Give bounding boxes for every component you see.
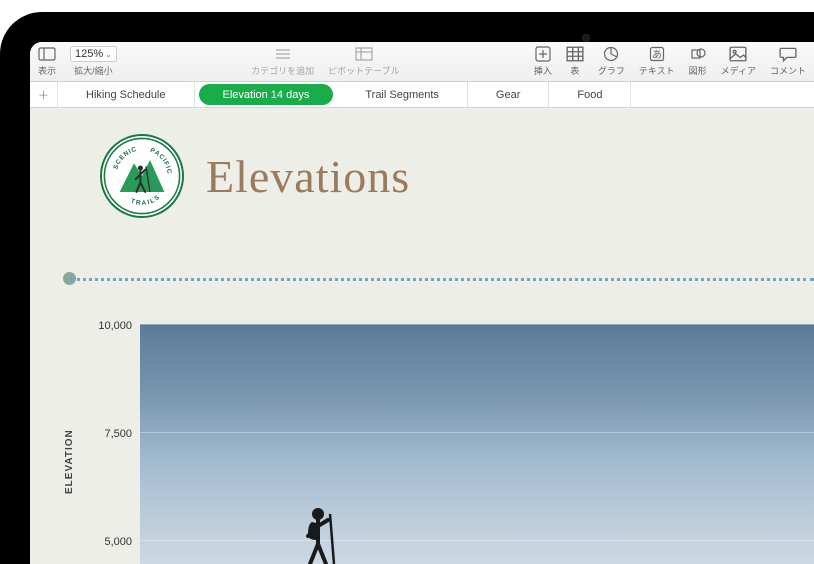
pivot-label: ピボットテーブル [328, 64, 399, 77]
trails-logo: SCENIC PACIFIC TRAILS [100, 134, 184, 218]
shape-icon [689, 46, 707, 62]
page-title: Elevations [206, 150, 410, 203]
table-button[interactable]: 表 [566, 46, 584, 77]
tab-gear[interactable]: Gear [468, 82, 549, 107]
plus-box-icon [534, 46, 552, 62]
view-button[interactable]: 表示 [38, 46, 56, 77]
text-icon: あ [648, 46, 666, 62]
text-label: テキスト [639, 64, 675, 77]
media-label: メディア [721, 64, 756, 77]
view-label: 表示 [38, 64, 56, 77]
tab-label: Hiking Schedule [86, 89, 166, 101]
pie-icon [602, 46, 620, 62]
tab-label: Trail Segments [365, 89, 439, 101]
shape-button[interactable]: 図形 [689, 46, 707, 77]
hiker-silhouette [290, 504, 350, 564]
y-tick-5000: 5,000 [90, 536, 132, 548]
shape-label: 図形 [689, 64, 707, 77]
chart-plot-area [140, 324, 814, 564]
zoom-value: 125% [75, 48, 103, 60]
y-axis-label: ELEVATION [64, 429, 75, 494]
tab-label: Gear [496, 89, 520, 101]
tab-food[interactable]: Food [549, 82, 631, 107]
zoom-control[interactable]: 125% ⌄ 拡大/縮小 [70, 46, 117, 77]
comment-label: コメント [770, 64, 806, 77]
comment-icon [779, 46, 797, 62]
tab-label: Elevation 14 days [223, 89, 310, 101]
tab-hiking-schedule[interactable]: Hiking Schedule [58, 82, 195, 107]
toolbar: 表示 125% ⌄ 拡大/縮小 カテゴリを追加 ピボッ [30, 42, 814, 82]
image-icon [729, 46, 747, 62]
zoom-label: 拡大/縮小 [74, 64, 113, 77]
plus-icon: ＋ [38, 87, 49, 103]
chevron-down-icon: ⌄ [105, 50, 112, 59]
elevation-chart[interactable]: ELEVATION 10,000 7,500 5,000 [84, 324, 814, 564]
chart-button[interactable]: グラフ [598, 46, 625, 77]
svg-text:あ: あ [652, 49, 662, 61]
divider-line [70, 278, 814, 281]
media-button[interactable]: メディア [721, 46, 756, 77]
text-button[interactable]: あ テキスト [639, 46, 675, 77]
y-tick-7500: 7,500 [90, 428, 132, 440]
comment-button[interactable]: コメント [770, 46, 806, 77]
camera-dot [582, 34, 590, 42]
sidebar-icon [38, 46, 56, 62]
sheet-tab-bar: ＋ Hiking Schedule Elevation 14 days Trai… [30, 82, 814, 108]
page-header: SCENIC PACIFIC TRAILS Elevations [30, 108, 814, 218]
table-icon [566, 46, 584, 62]
tab-label: Food [577, 89, 602, 101]
add-sheet-button[interactable]: ＋ [30, 82, 58, 107]
zoom-select[interactable]: 125% ⌄ [70, 46, 117, 62]
tab-elevation-14-days[interactable]: Elevation 14 days [199, 84, 334, 105]
list-icon [274, 46, 292, 62]
add-category-label: カテゴリを追加 [251, 64, 314, 77]
device-frame: 表示 125% ⌄ 拡大/縮小 カテゴリを追加 ピボッ [0, 12, 814, 564]
y-tick-10000: 10,000 [90, 320, 132, 332]
insert-button[interactable]: 挿入 [534, 46, 552, 77]
app-window: 表示 125% ⌄ 拡大/縮小 カテゴリを追加 ピボッ [30, 42, 814, 564]
chart-label: グラフ [598, 64, 625, 77]
insert-label: 挿入 [534, 64, 552, 77]
table-label: 表 [570, 64, 579, 77]
add-category-button[interactable]: カテゴリを追加 [251, 46, 314, 77]
sheet-canvas[interactable]: SCENIC PACIFIC TRAILS Elevations ELEVATI… [30, 108, 814, 564]
pivot-icon [355, 46, 373, 62]
pivot-button[interactable]: ピボットテーブル [328, 46, 399, 77]
tab-trail-segments[interactable]: Trail Segments [337, 82, 468, 107]
